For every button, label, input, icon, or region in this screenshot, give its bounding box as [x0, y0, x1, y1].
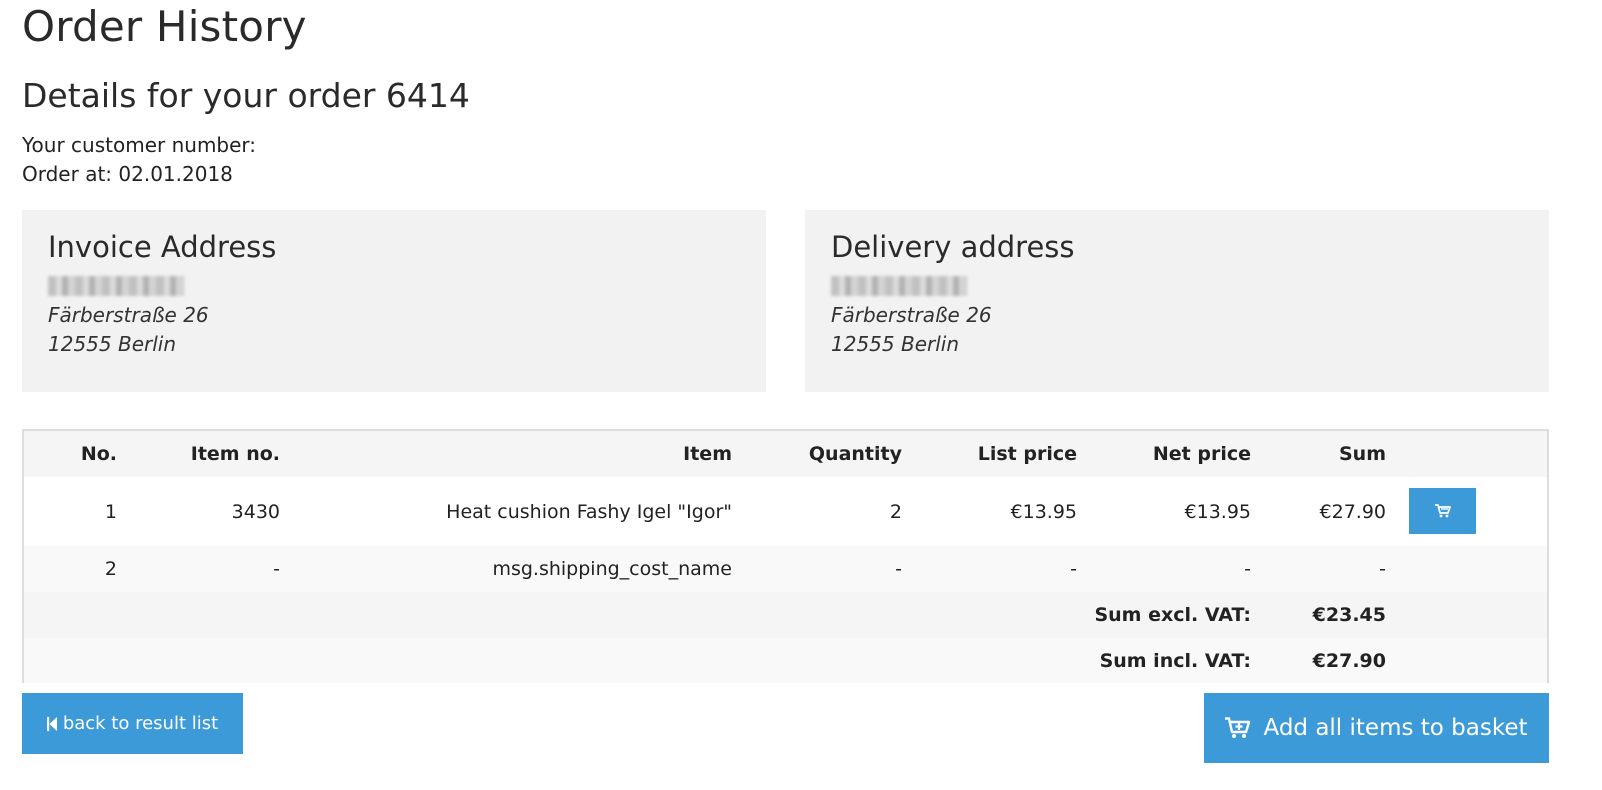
invoice-name-redacted	[48, 276, 184, 296]
row-item-no: 3430	[231, 500, 280, 523]
table-header-row: No. Item no. Item Quantity List price Ne…	[24, 431, 1547, 477]
header-quantity: Quantity	[808, 443, 902, 465]
invoice-street: Färberstraße 26	[48, 303, 209, 327]
row-no: 2	[104, 558, 117, 580]
cart-plus-icon	[1225, 717, 1251, 739]
add-all-button-label: Add all items to basket	[1263, 715, 1528, 741]
invoice-city: 12555 Berlin	[48, 332, 177, 356]
row-net-price: -	[1244, 558, 1251, 580]
row-sum: -	[1379, 558, 1386, 580]
delivery-name-redacted	[831, 276, 967, 296]
customer-number-label: Your customer number:	[22, 133, 257, 157]
header-list-price: List price	[977, 443, 1077, 465]
cart-icon	[1434, 504, 1451, 518]
order-items-table: No. Item no. Item Quantity List price Ne…	[22, 429, 1549, 683]
row-sum: €27.90	[1319, 500, 1386, 523]
table-row: 2 - msg.shipping_cost_name - - - -	[24, 546, 1547, 592]
order-date-row: Order at: 02.01.2018	[22, 160, 256, 189]
header-no: No.	[80, 443, 117, 465]
add-all-items-to-basket-button[interactable]: Add all items to basket	[1204, 693, 1549, 763]
sum-excl-vat-label: Sum excl. VAT:	[1094, 604, 1251, 626]
row-quantity: 2	[889, 500, 902, 523]
add-item-to-basket-button[interactable]	[1409, 488, 1476, 534]
page-title: Order History	[22, 2, 307, 51]
invoice-address-title: Invoice Address	[48, 230, 277, 264]
header-item-no: Item no.	[190, 443, 280, 465]
order-date-label: Order at: 02.01.2018	[22, 162, 233, 186]
row-net-price: €13.95	[1184, 500, 1251, 523]
order-meta: Your customer number: Order at: 02.01.20…	[22, 131, 256, 189]
order-heading: Details for your order 6414	[22, 76, 470, 115]
customer-number-row: Your customer number:	[22, 131, 256, 160]
row-list-price: -	[1070, 558, 1077, 580]
header-net-price: Net price	[1152, 443, 1251, 465]
sum-incl-vat-label: Sum incl. VAT:	[1099, 649, 1251, 672]
skip-back-icon	[46, 716, 57, 731]
invoice-address-panel: Invoice Address Färberstraße 26 12555 Be…	[22, 210, 766, 392]
row-no: 1	[104, 500, 117, 523]
delivery-address-title: Delivery address	[831, 230, 1075, 264]
row-list-price: €13.95	[1010, 500, 1077, 523]
row-quantity: -	[895, 558, 902, 580]
table-row: 1 3430 Heat cushion Fashy Igel "Igor" 2 …	[24, 477, 1547, 546]
delivery-street: Färberstraße 26	[831, 303, 992, 327]
row-item: msg.shipping_cost_name	[492, 558, 732, 580]
sum-incl-vat-row: Sum incl. VAT: €27.90	[24, 638, 1547, 683]
sum-incl-vat-value: €27.90	[1312, 649, 1386, 672]
row-item-no: -	[273, 558, 280, 580]
delivery-city: 12555 Berlin	[831, 332, 960, 356]
back-to-result-list-button[interactable]: back to result list	[22, 693, 243, 754]
sum-excl-vat-value: €23.45	[1312, 604, 1386, 626]
sum-excl-vat-row: Sum excl. VAT: €23.45	[24, 592, 1547, 638]
delivery-address-panel: Delivery address Färberstraße 26 12555 B…	[805, 210, 1549, 392]
header-sum: Sum	[1338, 443, 1386, 465]
row-item: Heat cushion Fashy Igel "Igor"	[446, 500, 732, 523]
back-button-label: back to result list	[62, 713, 219, 734]
header-item: Item	[683, 443, 732, 465]
